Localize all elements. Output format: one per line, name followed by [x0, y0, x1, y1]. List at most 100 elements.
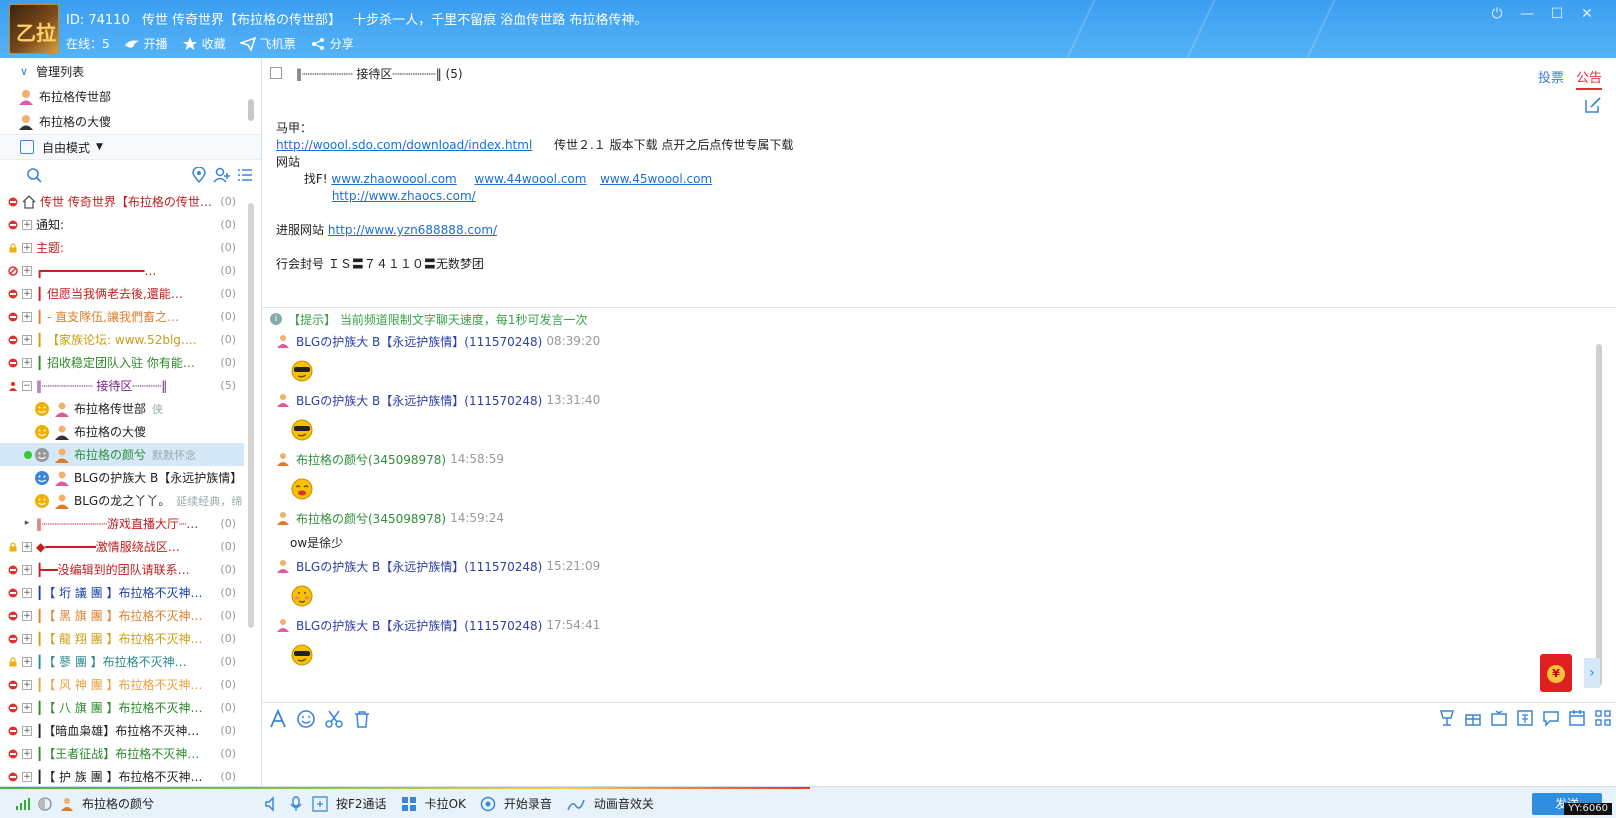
site-link[interactable]: www.44woool.com — [474, 172, 586, 186]
expand-icon[interactable]: + — [22, 219, 32, 230]
record-icon[interactable] — [480, 796, 496, 812]
sender-name[interactable]: 布拉格の颜兮(345098978) — [296, 451, 446, 468]
expand-arrow-icon[interactable]: › — [1584, 658, 1600, 688]
close-icon[interactable]: ✕ — [1572, 6, 1602, 22]
sender-name[interactable]: BLGの护族大 B【永远护族情】(111570248) — [296, 617, 542, 634]
karaoke-label[interactable]: 卡拉OK — [425, 795, 466, 812]
add-friend-icon[interactable] — [213, 167, 231, 183]
favorite-button[interactable]: 收藏 — [182, 35, 226, 52]
member-item[interactable]: 布拉格の颜兮 默默怀念 — [0, 443, 244, 466]
expand-icon[interactable]: + — [22, 242, 32, 253]
channel-item[interactable]: + ┃【 蓼 團 】布拉格不灭神… (0) — [0, 650, 244, 673]
expand-icon[interactable]: + — [22, 771, 32, 782]
gift-icon[interactable] — [1464, 709, 1482, 727]
record-label[interactable]: 开始录音 — [504, 795, 552, 812]
channel-item[interactable]: + ┃【王者征战】布拉格不灭神… (0) — [0, 742, 244, 765]
voice-mode-icon[interactable] — [312, 795, 328, 812]
channel-item[interactable]: + ┃【 垳 議 團 】布拉格不灭神… (0) — [0, 581, 244, 604]
expand-icon[interactable]: + — [22, 357, 32, 368]
manager-list-header[interactable]: ∨ 管理列表 — [0, 58, 261, 84]
font-icon[interactable] — [268, 709, 288, 729]
search-icon[interactable] — [26, 167, 42, 183]
scissors-icon[interactable] — [324, 709, 344, 729]
channel-item[interactable]: + ┃【 黑 旗 團 】布拉格不灭神… (0) — [0, 604, 244, 627]
animation-sound-icon[interactable] — [566, 796, 586, 812]
member-item[interactable]: BLGの龙之丫丫。 延续经典，缔 — [0, 489, 244, 512]
sender-name[interactable]: BLGの护族大 B【永远护族情】(111570248) — [296, 333, 542, 350]
edit-icon[interactable] — [1584, 96, 1602, 114]
expand-icon[interactable]: + — [22, 564, 32, 575]
list-icon[interactable] — [237, 167, 253, 183]
channel-logo[interactable]: 乙拉 — [9, 4, 59, 54]
expand-icon[interactable]: + — [22, 541, 32, 552]
member-item[interactable]: 布拉格の大傻 — [0, 420, 244, 443]
mode-selector[interactable]: 自由模式 ▼ — [0, 134, 261, 160]
channel-item[interactable]: + ┃【 护 族 團 】布拉格不灭神… (0) — [0, 765, 244, 786]
expand-arrow-icon[interactable]: ▸ — [22, 518, 32, 529]
channel-item[interactable]: + ┏━━━━━━━━━━━━━━… (0) — [0, 259, 244, 282]
expand-icon[interactable]: + — [22, 610, 32, 621]
channel-item[interactable]: + ┃【 龍 翔 團 】布拉格不灭神… (0) — [0, 627, 244, 650]
manager-item[interactable]: 布拉格の大傻 — [0, 109, 261, 134]
expand-icon[interactable]: + — [22, 656, 32, 667]
expand-icon[interactable]: + — [22, 679, 32, 690]
channel-item[interactable]: + ┃ - 直支隊伍,讓我們畜之… (0) — [0, 305, 244, 328]
channel-item[interactable]: + ┃ 但愿当我俩老去後,還能… (0) — [0, 282, 244, 305]
tree-scrollbar[interactable] — [248, 203, 254, 628]
server-link[interactable]: http://www.yzn688888.com/ — [328, 223, 497, 237]
channel-item[interactable]: 传世 传奇世界【布拉格の传世… (0) — [0, 190, 244, 213]
member-item[interactable]: BLGの护族大 B【永远护族情】! — [0, 466, 244, 489]
share-button[interactable]: 分享 — [310, 35, 354, 52]
animation-sound-label[interactable]: 动画音效关 — [594, 795, 654, 812]
site-link[interactable]: www.45woool.com — [600, 172, 712, 186]
ticket-button[interactable]: 飞机票 — [239, 35, 296, 52]
manager-scrollbar[interactable] — [248, 99, 254, 121]
download-link[interactable]: http://woool.sdo.com/download/index.html — [276, 138, 532, 152]
karaoke-icon[interactable] — [401, 796, 417, 812]
channel-item[interactable]: + ┃【 八 旗 團 】布拉格不灭神… (0) — [0, 696, 244, 719]
maximize-icon[interactable]: ☐ — [1542, 6, 1572, 22]
expand-icon[interactable]: + — [22, 587, 32, 598]
calendar-icon[interactable] — [1568, 709, 1586, 727]
sender-name[interactable]: BLGの护族大 B【永远护族情】(111570248) — [296, 392, 542, 409]
tab-vote[interactable]: 投票 — [1538, 67, 1564, 90]
microphone-icon[interactable] — [288, 795, 304, 812]
expand-icon[interactable]: + — [22, 265, 32, 276]
channel-item[interactable]: + ◆━━━━━━━激情服绕战区… (0) — [0, 535, 244, 558]
expand-icon[interactable]: + — [22, 633, 32, 644]
power-icon[interactable]: ⏻ — [1482, 6, 1512, 22]
expand-icon[interactable]: + — [22, 702, 32, 713]
broadcast-button[interactable]: 开播 — [124, 35, 168, 52]
member-item[interactable]: 布拉格传世部侠 — [0, 397, 244, 420]
emoji-icon[interactable] — [296, 709, 316, 729]
channel-item[interactable]: − ‖┈┈┈┈┈┈┈ 接待区┈┈┈┈‖ (5) — [0, 374, 244, 397]
expand-icon[interactable]: + — [22, 311, 32, 322]
site-link[interactable]: http://www.zhaocs.com/ — [332, 189, 476, 203]
trash-icon[interactable] — [352, 709, 372, 729]
collapse-icon[interactable]: − — [22, 380, 32, 391]
channel-item[interactable]: + ┣━━没编辑到的团队请联系… (0) — [0, 558, 244, 581]
channel-item[interactable]: + ┃【暗血枭雄】布拉格不灭神… (0) — [0, 719, 244, 742]
chat-bubble-icon[interactable] — [1542, 709, 1560, 727]
channel-item[interactable]: ▸ ‖┈┈┈┈┈┈┈┈┈游戏直播大厅┈… (0) — [0, 512, 244, 535]
sender-name[interactable]: BLGの护族大 B【永远护族情】(111570248) — [296, 558, 542, 575]
expand-icon[interactable]: + — [22, 748, 32, 759]
manager-item[interactable]: 布拉格传世部 — [0, 84, 261, 109]
gift-box-icon[interactable] — [1490, 709, 1508, 727]
apps-grid-icon[interactable] — [1594, 709, 1612, 727]
channel-item[interactable]: + ┃ 【家族论坛: www.52blg.… (0) — [0, 328, 244, 351]
award-icon[interactable] — [1438, 709, 1456, 727]
home-icon[interactable] — [22, 194, 36, 209]
expand-icon[interactable]: + — [22, 288, 32, 299]
moon-status-icon[interactable] — [38, 796, 52, 811]
push-to-talk-label[interactable]: 按F2通话 — [336, 795, 387, 812]
speaker-icon[interactable] — [264, 795, 280, 812]
channel-item[interactable]: + ┃ 招收稳定团队入驻 你有能… (0) — [0, 351, 244, 374]
expand-icon[interactable]: + — [22, 334, 32, 345]
site-link[interactable]: www.zhaowoool.com — [331, 172, 456, 186]
expand-icon[interactable]: + — [22, 725, 32, 736]
red-envelope-button[interactable]: ¥ — [1540, 654, 1572, 692]
channel-item[interactable]: + 主题: (0) — [0, 236, 244, 259]
channel-item[interactable]: + 通知: (0) — [0, 213, 244, 236]
sender-name[interactable]: 布拉格の颜兮(345098978) — [296, 510, 446, 527]
